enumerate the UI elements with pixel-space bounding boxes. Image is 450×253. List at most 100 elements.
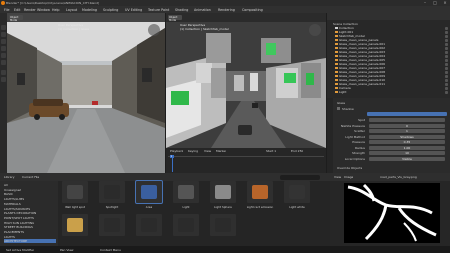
- measure-tool-icon[interactable]: [1, 77, 6, 82]
- tab-modeling[interactable]: Modeling: [82, 8, 97, 12]
- image-name-field[interactable]: road_parts_Vis_Gray.png: [380, 175, 440, 179]
- mode-dropdown[interactable]: Object Mode: [9, 15, 23, 22]
- navigation-gizmo-icon[interactable]: [148, 24, 160, 36]
- property-field[interactable]: Shadows: [369, 134, 445, 139]
- visibility-eye-icon[interactable]: [445, 58, 448, 62]
- asset-thumbnail[interactable]: [62, 214, 88, 236]
- asset-category-item[interactable]: LIGHTS/LUMS: [4, 197, 24, 201]
- properties-panel[interactable]: Glass Shadow Override Objects Spot Nishit…: [327, 98, 450, 173]
- visibility-eye-icon[interactable]: [445, 42, 448, 46]
- asset-thumbnail[interactable]: [173, 214, 199, 236]
- asset-thumbnail[interactable]: [284, 181, 310, 203]
- image-editor-view-menu[interactable]: View: [334, 175, 341, 179]
- property-field[interactable]: 1: [369, 129, 445, 133]
- asset-category-item[interactable]: POINT/SPOT LIGHTS: [4, 216, 34, 220]
- outliner-panel[interactable]: Scene Collection Collection Light.001 Sket…: [327, 13, 450, 98]
- asset-category-item[interactable]: All: [4, 183, 8, 187]
- shadow-checkbox[interactable]: [337, 107, 340, 110]
- visibility-eye-icon[interactable]: [445, 90, 448, 94]
- asset-thumbnail[interactable]: [210, 181, 236, 203]
- property-field[interactable]: Visible: [369, 156, 445, 161]
- move-tool-icon[interactable]: [1, 39, 6, 44]
- asset-thumbnail[interactable]: [173, 181, 199, 203]
- property-field[interactable]: 0.35: [369, 140, 445, 144]
- current-file-label[interactable]: Current File: [22, 175, 39, 179]
- tab-texture-paint[interactable]: Texture Paint: [148, 8, 169, 12]
- select-tool-icon[interactable]: [1, 25, 6, 30]
- rotate-tool-icon[interactable]: [1, 46, 6, 51]
- library-label[interactable]: Library: [4, 175, 15, 179]
- asset-thumbnail[interactable]: [99, 181, 125, 203]
- navigation-gizmo-icon[interactable]: [309, 24, 321, 36]
- mode-dropdown[interactable]: Object Mode: [168, 15, 182, 22]
- asset-thumbnail[interactable]: [62, 181, 88, 203]
- menu-help[interactable]: Help: [52, 8, 60, 12]
- visibility-eye-icon[interactable]: [445, 34, 448, 38]
- timeline-playback-menu[interactable]: Playback: [170, 149, 183, 153]
- property-field[interactable]: 0: [369, 123, 445, 128]
- tab-layout[interactable]: Layout: [66, 8, 77, 12]
- asset-category-item[interactable]: LIGHTS/SOURCES: [4, 207, 30, 211]
- visibility-eye-icon[interactable]: [445, 70, 448, 74]
- asset-category-item[interactable]: Unassigned: [4, 188, 21, 192]
- visibility-eye-icon[interactable]: [445, 66, 448, 70]
- asset-thumbnail[interactable]: [99, 214, 125, 236]
- tab-uv-editing[interactable]: UV Editing: [125, 8, 142, 12]
- asset-thumbnail[interactable]: [136, 214, 162, 236]
- asset-category-item[interactable]: ARCHITECTURE: [4, 239, 56, 244]
- timeline-keying-menu[interactable]: Keying: [188, 149, 198, 153]
- asset-category-item[interactable]: PLACEMENTS: [4, 230, 24, 234]
- timeline-end-field[interactable]: End 250: [291, 149, 303, 153]
- image-editor-image-menu[interactable]: Image: [344, 175, 353, 179]
- menu-edit[interactable]: Edit: [14, 8, 20, 12]
- visibility-eye-icon[interactable]: [445, 74, 448, 78]
- scale-tool-icon[interactable]: [1, 53, 6, 58]
- tab-rendering[interactable]: Rendering: [218, 8, 235, 12]
- visibility-eye-icon[interactable]: [445, 82, 448, 86]
- timeline-panel[interactable]: Playback Keying View Marker Start 1 End …: [166, 148, 326, 173]
- visibility-eye-icon[interactable]: [445, 38, 448, 42]
- visibility-eye-icon[interactable]: [445, 30, 448, 34]
- transform-tool-icon[interactable]: [1, 60, 6, 65]
- tab-shading[interactable]: Shading: [175, 8, 188, 12]
- image-editor[interactable]: View Image road_parts_Vis_Gray.png: [330, 173, 450, 246]
- asset-category-item[interactable]: PLANTS DECORATION: [4, 211, 36, 215]
- timeline-marker-menu[interactable]: Marker: [216, 149, 226, 153]
- tab-animation[interactable]: Animation: [194, 8, 211, 12]
- viewport-3d-scene[interactable]: [166, 13, 326, 148]
- timeline-view-menu[interactable]: View: [204, 149, 211, 153]
- outliner-row[interactable]: Light: [335, 90, 440, 94]
- object-icon: [335, 46, 338, 50]
- visibility-eye-icon[interactable]: [445, 62, 448, 66]
- visibility-eye-icon[interactable]: [445, 26, 448, 30]
- menu-file[interactable]: File: [4, 8, 10, 12]
- cursor-tool-icon[interactable]: [1, 32, 6, 37]
- asset-category-item[interactable]: STREET BUILDINGS: [4, 225, 33, 229]
- viewport-reference-photo[interactable]: [7, 13, 165, 173]
- menu-render[interactable]: Render: [24, 8, 36, 12]
- city-scene-render: [166, 13, 326, 148]
- menu-window[interactable]: Window: [37, 8, 50, 12]
- asset-thumbnail[interactable]: [210, 214, 236, 236]
- asset-category-item[interactable]: LIGHTS: [4, 235, 15, 239]
- asset-categories: All Unassigned BASIC LIGHTS/LUMS MATERIALS LI…: [0, 181, 58, 246]
- timeline-start-field[interactable]: Start 1: [266, 149, 276, 153]
- asset-thumbnail[interactable]: [135, 180, 163, 204]
- asset-search-input[interactable]: [280, 174, 320, 180]
- visibility-eye-icon[interactable]: [445, 78, 448, 82]
- active-field-bar[interactable]: [367, 112, 447, 116]
- visibility-eye-icon[interactable]: [445, 46, 448, 50]
- property-field[interactable]: [369, 118, 445, 122]
- asset-thumbnail[interactable]: [247, 181, 273, 203]
- asset-category-item[interactable]: MATERIALS: [4, 202, 21, 206]
- tab-sculpting[interactable]: Sculpting: [103, 8, 118, 12]
- annotate-tool-icon[interactable]: [1, 70, 6, 75]
- asset-category-item[interactable]: BASIC: [4, 192, 13, 196]
- visibility-eye-icon[interactable]: [445, 50, 448, 54]
- visibility-eye-icon[interactable]: [445, 86, 448, 90]
- property-field[interactable]: 10: [369, 151, 445, 155]
- tab-compositing[interactable]: Compositing: [242, 8, 263, 12]
- property-field[interactable]: 1.00: [369, 145, 445, 150]
- asset-category-item[interactable]: HIGH SUN LIGHTING: [4, 221, 34, 225]
- visibility-eye-icon[interactable]: [445, 54, 448, 58]
